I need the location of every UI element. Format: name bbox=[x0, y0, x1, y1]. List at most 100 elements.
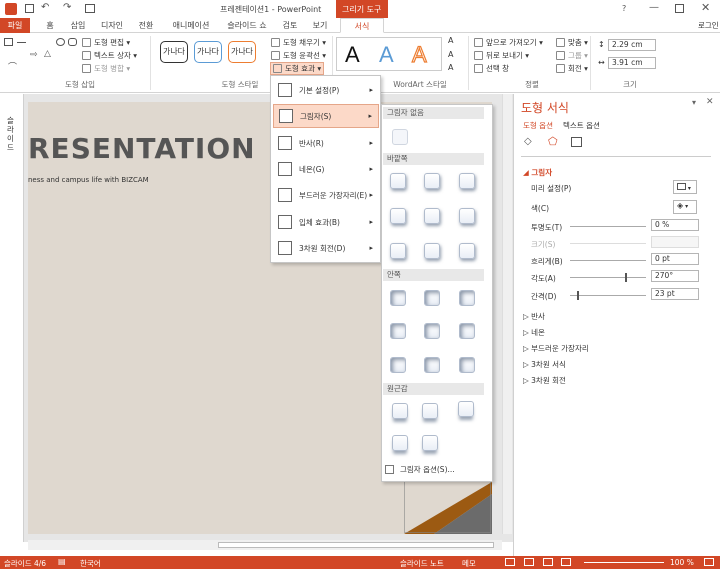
tab-animations[interactable]: 애니메이션 bbox=[166, 18, 216, 33]
notes-button[interactable]: 슬라이드 노트 bbox=[400, 558, 444, 569]
user-login[interactable]: 로그인 bbox=[698, 20, 719, 31]
menu-item-3d-rotation[interactable]: 3차원 회전(D) ▸ bbox=[273, 236, 379, 260]
outer-shadow-option[interactable] bbox=[390, 208, 406, 224]
menu-item-bevel[interactable]: 입체 효과(B) ▸ bbox=[273, 210, 379, 234]
menu-item-preset[interactable]: 기본 설정(P) ▸ bbox=[273, 78, 379, 102]
perspective-shadow-option[interactable] bbox=[422, 435, 438, 451]
wordart-sample-orange[interactable]: A bbox=[411, 41, 427, 68]
tab-review[interactable]: 검토 bbox=[278, 18, 302, 33]
shape-gallery[interactable]: ⇨ △ ⌒ bbox=[4, 36, 80, 73]
maximize-button[interactable] bbox=[675, 4, 684, 13]
angle-input[interactable]: 270° bbox=[651, 270, 699, 282]
fill-line-icon[interactable]: ◇ bbox=[524, 136, 532, 147]
perspective-shadow-option[interactable] bbox=[392, 403, 408, 419]
reading-view-icon[interactable] bbox=[543, 558, 553, 566]
tab-file[interactable]: 파일 bbox=[0, 18, 30, 33]
outer-shadow-option[interactable] bbox=[459, 243, 475, 259]
shape-fill-button[interactable]: 도형 채우기 ▾ bbox=[271, 37, 326, 48]
redo-icon[interactable]: ↷ bbox=[63, 2, 71, 13]
merge-shapes-button[interactable]: 도형 병합 ▾ bbox=[82, 63, 130, 74]
tab-format[interactable]: 서식 bbox=[340, 18, 384, 33]
text-outline-icon[interactable]: A bbox=[448, 50, 453, 59]
blur-input[interactable]: 0 pt bbox=[651, 253, 699, 265]
save-icon[interactable] bbox=[25, 4, 34, 13]
transparency-slider[interactable] bbox=[570, 226, 646, 227]
triangle-shape-icon[interactable]: △ bbox=[44, 49, 51, 59]
outer-shadow-option[interactable] bbox=[424, 243, 440, 259]
pane-close-icon[interactable]: ✕ bbox=[706, 97, 714, 107]
shape-style-sample-1[interactable]: 가나다 bbox=[160, 41, 188, 63]
rectangle-shape-icon[interactable] bbox=[4, 38, 13, 46]
shadow-none-option[interactable] bbox=[392, 129, 408, 145]
slide-title[interactable]: RESENTATION bbox=[28, 132, 256, 165]
section-3d-format[interactable]: ▷ 3차원 서식 bbox=[523, 359, 589, 375]
shape-width-input[interactable]: 3.91 cm bbox=[608, 57, 656, 69]
oval-shape-icon[interactable] bbox=[56, 38, 65, 46]
normal-view-icon[interactable] bbox=[505, 558, 515, 566]
help-button[interactable]: ? bbox=[622, 4, 626, 13]
size-properties-icon[interactable] bbox=[571, 137, 582, 147]
size-slider[interactable] bbox=[570, 243, 646, 244]
rounded-rect-icon[interactable] bbox=[68, 38, 77, 46]
section-3d-rotation[interactable]: ▷ 3차원 회전 bbox=[523, 375, 589, 391]
rotate-button[interactable]: 회전 ▾ bbox=[556, 63, 588, 74]
slide-sorter-icon[interactable] bbox=[524, 558, 534, 566]
distance-slider[interactable] bbox=[570, 295, 646, 296]
section-glow[interactable]: ▷ 네온 bbox=[523, 327, 589, 343]
inner-shadow-option[interactable] bbox=[390, 323, 406, 339]
language-indicator[interactable]: 한국어 bbox=[80, 558, 101, 569]
selected-shape[interactable] bbox=[404, 474, 492, 534]
vertical-scrollbar[interactable] bbox=[502, 94, 512, 534]
line-shape-icon[interactable] bbox=[17, 42, 26, 43]
menu-item-shadow[interactable]: 그림자(S) ▸ bbox=[273, 104, 379, 128]
menu-item-soft-edges[interactable]: 부드러운 가장자리(E) ▸ bbox=[273, 183, 379, 207]
undo-icon[interactable]: ↶ bbox=[41, 2, 49, 13]
outer-shadow-option[interactable] bbox=[390, 173, 406, 189]
slide-panel-label[interactable]: 슬라이드 bbox=[7, 116, 16, 152]
shape-style-sample-3[interactable]: 가나다 bbox=[228, 41, 256, 63]
tab-shape-options[interactable]: 도형 옵션 bbox=[523, 120, 553, 131]
angle-slider[interactable] bbox=[570, 277, 646, 278]
inner-shadow-option[interactable] bbox=[390, 290, 406, 306]
shape-style-sample-2[interactable]: 가나다 bbox=[194, 41, 222, 63]
effects-pentagon-icon[interactable]: ⬠ bbox=[548, 135, 558, 148]
tab-text-options[interactable]: 텍스트 옵션 bbox=[563, 120, 600, 131]
inner-shadow-option[interactable] bbox=[424, 357, 440, 373]
tab-home[interactable]: 홈 bbox=[38, 18, 62, 33]
shadow-options-link[interactable]: 그림자 옵션(S)... bbox=[385, 464, 455, 475]
comments-button[interactable]: 메모 bbox=[462, 558, 476, 569]
tab-slideshow[interactable]: 슬라이드 쇼 bbox=[222, 18, 272, 33]
shape-outline-button[interactable]: 도형 윤곽선 ▾ bbox=[271, 50, 326, 61]
bring-forward-button[interactable]: 앞으로 가져오기 ▾ bbox=[474, 37, 543, 48]
outer-shadow-option[interactable] bbox=[459, 173, 475, 189]
close-button[interactable]: ✕ bbox=[701, 1, 710, 14]
inner-shadow-option[interactable] bbox=[459, 357, 475, 373]
minimize-button[interactable]: — bbox=[649, 2, 659, 13]
perspective-shadow-option[interactable] bbox=[458, 401, 474, 417]
outer-shadow-option[interactable] bbox=[390, 243, 406, 259]
section-reflection[interactable]: ▷ 반사 bbox=[523, 311, 589, 327]
start-slideshow-icon[interactable] bbox=[85, 4, 95, 13]
align-button[interactable]: 맞춤 ▾ bbox=[556, 37, 588, 48]
edit-shape-button[interactable]: 도형 편집 ▾ bbox=[82, 37, 130, 48]
perspective-shadow-option[interactable] bbox=[422, 403, 438, 419]
text-box-button[interactable]: 텍스트 상자 ▾ bbox=[82, 50, 137, 61]
section-soft-edges[interactable]: ▷ 부드러운 가장자리 bbox=[523, 343, 589, 359]
tab-view[interactable]: 보기 bbox=[308, 18, 332, 33]
perspective-shadow-option[interactable] bbox=[392, 435, 408, 451]
group-button[interactable]: 그룹 ▾ bbox=[556, 50, 588, 61]
color-dropdown[interactable]: ◈ ▾ bbox=[673, 200, 697, 214]
inner-shadow-option[interactable] bbox=[459, 290, 475, 306]
blur-slider[interactable] bbox=[570, 260, 646, 261]
tab-design[interactable]: 디자인 bbox=[96, 18, 128, 33]
distance-slider-thumb[interactable] bbox=[577, 291, 579, 300]
zoom-slider[interactable] bbox=[584, 562, 664, 563]
distance-input[interactable]: 23 pt bbox=[651, 288, 699, 300]
shape-height-input[interactable]: 2.29 cm bbox=[608, 39, 656, 51]
inner-shadow-option[interactable] bbox=[390, 357, 406, 373]
shape-effects-button[interactable]: 도형 효과 ▾ bbox=[270, 62, 325, 75]
text-effects-icon[interactable]: A bbox=[448, 63, 453, 72]
menu-item-glow[interactable]: 네온(G) ▸ bbox=[273, 157, 379, 181]
inner-shadow-option[interactable] bbox=[424, 290, 440, 306]
outer-shadow-option[interactable] bbox=[459, 208, 475, 224]
